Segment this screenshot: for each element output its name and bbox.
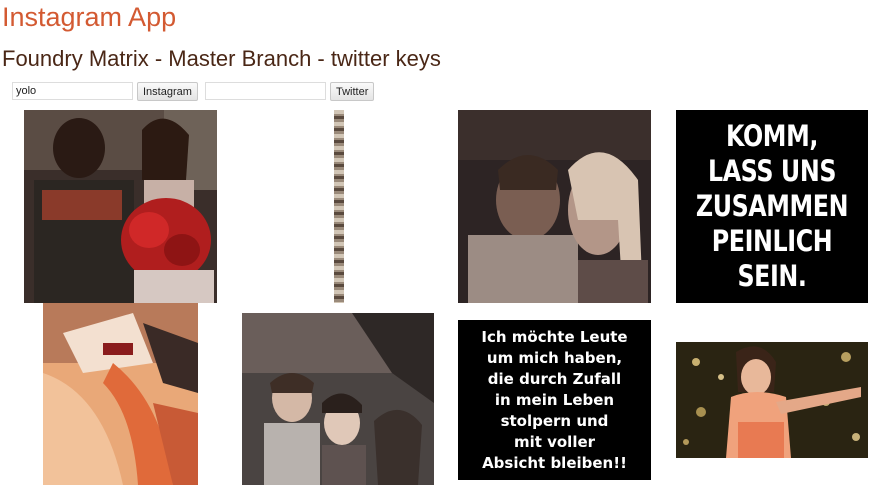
photo-couple-roses[interactable] xyxy=(24,110,217,303)
photo-woman-outdoors[interactable] xyxy=(676,342,868,458)
quote-ich-text: Ich möchte Leute um mich haben, die durc… xyxy=(481,327,628,472)
app-title: Instagram App xyxy=(2,2,177,32)
photo-group-selfie[interactable] xyxy=(242,313,434,485)
photo-narrow-strip[interactable] xyxy=(334,110,344,303)
twitter-button[interactable]: Twitter xyxy=(330,82,375,101)
quote-image-ich[interactable]: Ich möchte Leute um mich haben, die durc… xyxy=(458,320,651,480)
quote-image-komm[interactable]: KOMM, LASS UNS ZUSAMMEN PEINLICH SEIN. xyxy=(676,110,868,303)
photo-selfie-couple[interactable] xyxy=(458,110,651,303)
page-subtitle: Foundry Matrix - Master Branch - twitter… xyxy=(2,46,441,71)
instagram-search-input[interactable] xyxy=(12,82,133,100)
instagram-button[interactable]: Instagram xyxy=(137,82,198,101)
quote-komm-text: KOMM, LASS UNS ZUSAMMEN PEINLICH SEIN. xyxy=(695,119,849,293)
twitter-search-input[interactable] xyxy=(205,82,326,100)
photo-fabric-closeup[interactable] xyxy=(43,303,198,485)
